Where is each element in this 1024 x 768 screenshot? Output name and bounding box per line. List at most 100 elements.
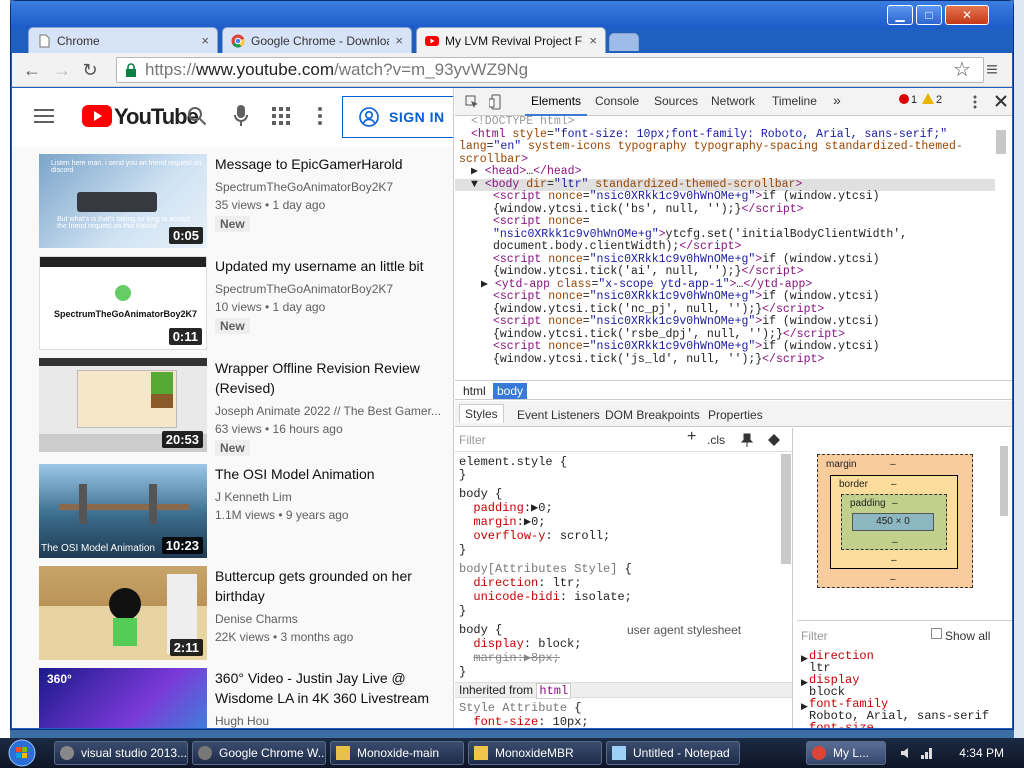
computed-filter-input[interactable]: Filter <box>801 629 828 643</box>
tab-google-chrome-download[interactable]: Google Chrome - Download t × <box>222 27 412 53</box>
video-item[interactable]: 20:53 Wrapper Offline Revision Review (R… <box>39 358 453 456</box>
more-tabs-icon[interactable]: » <box>833 92 841 108</box>
taskbar-item-notepad[interactable]: Untitled - Notepad <box>606 741 740 765</box>
show-all-checkbox[interactable] <box>931 628 942 639</box>
dom-tree[interactable]: <!DOCTYPE html> <html style="font-size: … <box>455 116 995 378</box>
video-title[interactable]: Message to EpicGamerHarold <box>215 154 447 174</box>
pin-icon[interactable] <box>741 433 753 447</box>
channel-name[interactable]: Denise Charms <box>215 612 447 626</box>
thumbnail-tower <box>79 484 87 524</box>
network-icon[interactable] <box>920 746 934 760</box>
content-size: 450 × 0 <box>876 516 910 527</box>
channel-name[interactable]: Hugh Hou <box>215 714 447 728</box>
youtube-logo-icon[interactable] <box>82 105 112 127</box>
url-path: /watch?v=m_93yvWZ9Ng <box>333 60 529 79</box>
maximize-button[interactable]: □ <box>916 5 942 25</box>
styles-filter-input[interactable]: Filter + .cls <box>455 428 792 452</box>
video-thumbnail[interactable]: 360° <box>39 668 207 728</box>
video-thumbnail[interactable]: Listen here man, i send you an friend re… <box>39 154 207 248</box>
close-devtools-icon[interactable] <box>995 95 1007 107</box>
minimize-button[interactable]: ▁ <box>887 5 913 25</box>
forward-button[interactable]: → <box>52 60 72 80</box>
styles-scrollbar[interactable] <box>781 454 791 564</box>
add-rule-icon[interactable]: + <box>687 429 696 444</box>
hamburger-menu-icon[interactable] <box>34 108 54 124</box>
tab-close-icon[interactable]: × <box>201 33 209 48</box>
taskbar-item-monoxidembr[interactable]: MonoxideMBR <box>468 741 602 765</box>
video-title[interactable]: Wrapper Offline Revision Review (Revised… <box>215 358 447 398</box>
expand-arrow-icon[interactable]: ▶ <box>801 701 808 712</box>
tab-network[interactable]: Network <box>711 94 755 108</box>
tab-chrome[interactable]: Chrome × <box>28 27 218 53</box>
error-icon[interactable] <box>899 94 909 104</box>
inherited-label: Inherited from <box>459 683 534 697</box>
devtools-menu-icon[interactable] <box>973 95 977 109</box>
cls-toggle[interactable]: .cls <box>707 433 725 448</box>
thumbnail-block <box>151 394 173 408</box>
video-title[interactable]: Buttercup gets grounded on her birthday <box>215 566 447 606</box>
tab-dom-breakpoints[interactable]: DOM Breakpoints <box>605 408 700 422</box>
chrome-menu-icon[interactable]: ≡ <box>982 60 1002 80</box>
youtube-logo-text[interactable]: YouTube <box>114 104 199 130</box>
more-options-icon[interactable] <box>317 106 323 126</box>
taskbar-item-google-chrome[interactable]: Google Chrome W... <box>192 741 326 765</box>
video-title[interactable]: Updated my username an little bit <box>215 256 447 276</box>
video-item[interactable]: 2:11 Buttercup gets grounded on her birt… <box>39 566 453 664</box>
tab-timeline[interactable]: Timeline <box>772 94 817 108</box>
new-tab-button[interactable] <box>609 33 639 51</box>
microphone-icon[interactable] <box>234 105 248 127</box>
video-thumbnail[interactable]: 2:11 <box>39 566 207 660</box>
taskbar-item-visual-studio[interactable]: visual studio 2013... <box>54 741 188 765</box>
video-thumbnail[interactable]: 20:53 <box>39 358 207 452</box>
taskbar-item-youtube-chrome[interactable]: My L... <box>806 741 886 765</box>
tab-console[interactable]: Console <box>595 94 639 108</box>
volume-icon[interactable] <box>900 746 914 760</box>
sign-in-button[interactable]: SIGN IN <box>342 96 453 138</box>
video-item[interactable]: 360° 360° Video - Justin Jay Live @ Wisd… <box>39 668 453 728</box>
video-thumbnail[interactable]: The OSI Model Animation 10:23 <box>39 464 207 558</box>
video-item[interactable]: SpectrumTheGoAnimatorBoy2K7 0:11 Updated… <box>39 256 453 354</box>
channel-name[interactable]: J Kenneth Lim <box>215 490 447 504</box>
reload-button[interactable]: ↻ <box>80 60 100 80</box>
dom-scrollbar[interactable] <box>996 130 1006 154</box>
address-bar[interactable]: https://www.youtube.com/watch?v=m_93yvWZ… <box>116 57 984 83</box>
system-clock[interactable]: 4:34 PM <box>959 746 1004 760</box>
video-title[interactable]: The OSI Model Animation <box>215 464 447 484</box>
tab-sources[interactable]: Sources <box>654 94 698 108</box>
tab-event-listeners[interactable]: Event Listeners <box>517 408 600 422</box>
tab-styles[interactable]: Styles <box>459 404 504 423</box>
windows-start-icon[interactable] <box>2 738 42 768</box>
warning-icon[interactable] <box>922 93 934 104</box>
taskbar-item-monoxide-main[interactable]: Monoxide-main <box>330 741 464 765</box>
inspect-element-icon[interactable] <box>465 95 479 109</box>
account-icon <box>359 107 379 127</box>
breadcrumb-body[interactable]: body <box>493 383 528 399</box>
channel-name[interactable]: SpectrumTheGoAnimatorBoy2K7 <box>215 180 447 194</box>
thumbnail-caption: 360° <box>47 672 72 686</box>
close-button[interactable]: ✕ <box>945 5 989 25</box>
padding-top-value: – <box>892 498 898 509</box>
device-toolbar-icon[interactable] <box>489 94 503 110</box>
tab-youtube[interactable]: My LVM Revival Project F × <box>416 27 606 53</box>
inherited-tag-link[interactable]: html <box>536 683 572 699</box>
tab-properties[interactable]: Properties <box>708 408 763 422</box>
boxmodel-scrollbar[interactable] <box>1000 446 1008 516</box>
video-title[interactable]: 360° Video - Justin Jay Live @ Wisdome L… <box>215 668 447 708</box>
tab-close-icon[interactable]: × <box>589 33 597 48</box>
channel-name[interactable]: Joseph Animate 2022 // The Best Gamer... <box>215 404 447 418</box>
channel-name[interactable]: SpectrumTheGoAnimatorBoy2K7 <box>215 282 447 296</box>
thumbnail-avatar <box>115 285 131 301</box>
back-button[interactable]: ← <box>22 60 42 80</box>
expand-arrow-icon[interactable]: ▶ <box>801 653 808 664</box>
video-thumbnail[interactable]: SpectrumTheGoAnimatorBoy2K7 0:11 <box>39 256 207 350</box>
expand-arrow-icon[interactable]: ▶ <box>801 677 808 688</box>
breadcrumb-html[interactable]: html <box>459 383 490 399</box>
apps-grid-icon[interactable] <box>272 107 290 125</box>
video-item[interactable]: Listen here man, i send you an friend re… <box>39 154 453 252</box>
video-item[interactable]: The OSI Model Animation 10:23 The OSI Mo… <box>39 464 453 562</box>
color-format-icon[interactable] <box>767 433 781 447</box>
bookmark-star-icon[interactable]: ☆ <box>952 60 972 80</box>
search-icon[interactable] <box>187 106 207 126</box>
tab-elements[interactable]: Elements <box>524 94 588 116</box>
tab-close-icon[interactable]: × <box>395 33 403 48</box>
